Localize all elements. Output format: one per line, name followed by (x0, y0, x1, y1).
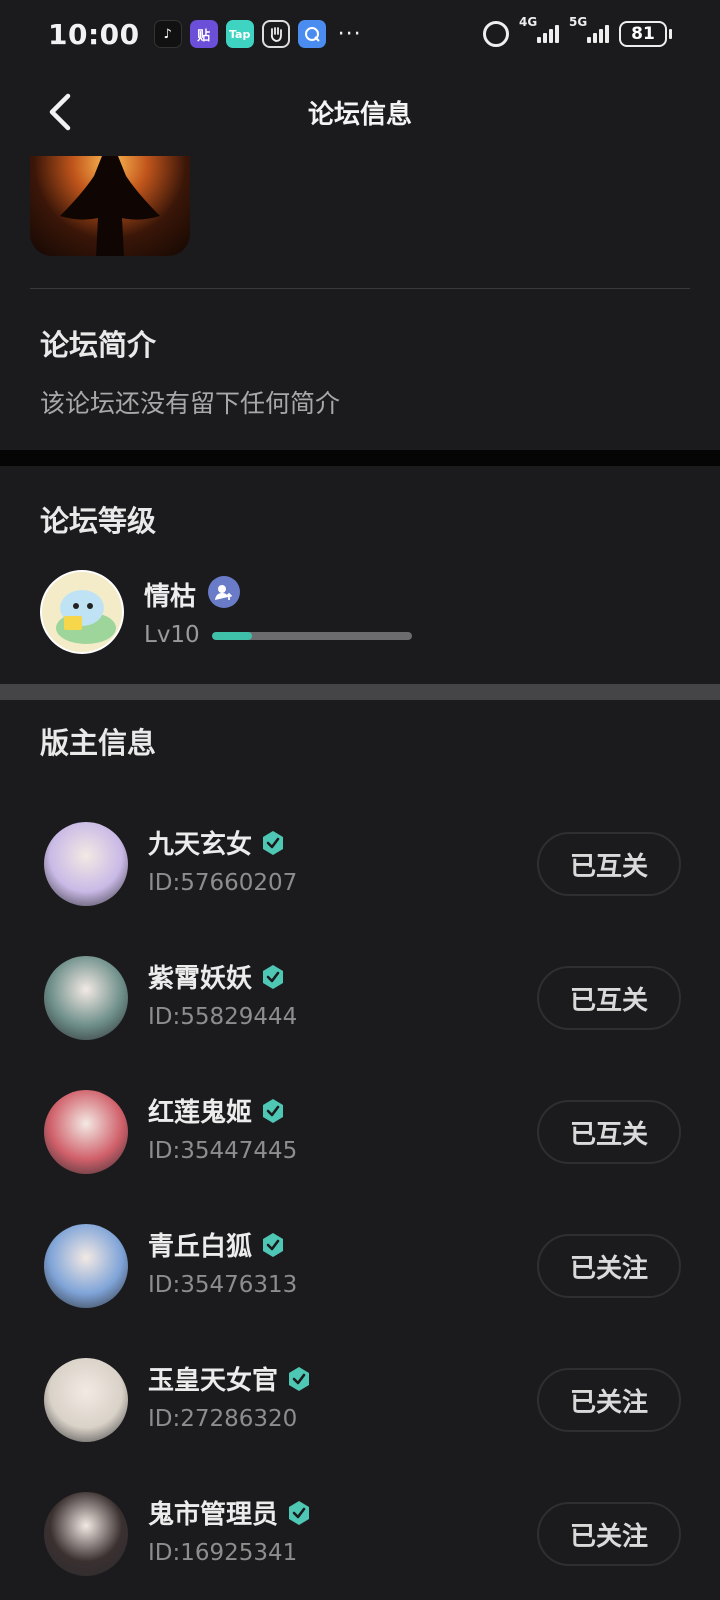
follow-status-button[interactable]: 已关注 (537, 1234, 681, 1298)
level-heading: 论坛等级 (40, 504, 157, 538)
battery-icon: 81 (619, 21, 672, 47)
moderators-heading: 版主信息 (40, 726, 157, 760)
more-notifications-icon: ··· (337, 21, 362, 47)
moderator-row[interactable]: 紫霄妖妖 ID:55829444 已互关 (0, 946, 720, 1046)
moderator-name: 红莲鬼姬 (148, 1098, 253, 1128)
hand-icon (261, 20, 290, 48)
level-user-name: 情枯 (144, 582, 197, 612)
moderator-row[interactable]: 九天玄女 ID:57660207 已互关 (0, 812, 720, 912)
moderator-row[interactable]: 玉皇天女官 ID:27286320 已关注 (0, 1348, 720, 1448)
moderator-id: ID:55829444 (148, 1004, 298, 1030)
notification-icons: ♪ 贴 Tap ··· (153, 20, 362, 48)
moderator-avatar[interactable] (44, 1224, 128, 1308)
moderator-avatar[interactable] (44, 822, 128, 906)
back-button[interactable] (36, 86, 84, 138)
moderator-name: 青丘白狐 (148, 1232, 253, 1262)
moderator-row[interactable]: 鬼市管理员 ID:16925341 已关注 (0, 1482, 720, 1582)
header: 论坛信息 (0, 68, 720, 156)
moderator-avatar[interactable] (44, 1358, 128, 1442)
verified-badge-icon (263, 1098, 284, 1123)
moderator-name: 九天玄女 (148, 830, 253, 860)
follow-status-button[interactable]: 已关注 (537, 1502, 681, 1566)
section-separator (0, 450, 720, 466)
follow-status-button[interactable]: 已互关 (537, 832, 681, 896)
system-status: 4G 5G 81 (483, 15, 672, 47)
forum-cover-area: ▀ ▔ ▀ ▔ ▀ ▀ (0, 156, 720, 288)
forum-cover-image[interactable] (30, 156, 190, 256)
moderator-name: 鬼市管理员 (148, 1500, 279, 1530)
battery-level: 81 (619, 21, 667, 47)
qq-browser-icon (297, 20, 326, 48)
forum-name-cutoff: ▀ ▔ ▀ ▔ ▀ ▀ (220, 156, 502, 170)
chevron-left-icon (49, 93, 71, 131)
verified-badge-icon (289, 1500, 310, 1525)
status-time: 10:00 (48, 17, 140, 51)
moderator-id: ID:35447445 (148, 1138, 298, 1164)
follow-status-button[interactable]: 已互关 (537, 1100, 681, 1164)
level-label: Lv10 (144, 622, 200, 648)
section-separator-2 (0, 684, 720, 700)
intro-heading: 论坛简介 (40, 328, 157, 362)
moderator-name: 紫霄妖妖 (148, 964, 253, 994)
moderator-avatar[interactable] (44, 1090, 128, 1174)
page-title: 论坛信息 (307, 99, 412, 130)
taptap-icon: Tap (225, 20, 254, 48)
tieba-icon: 贴 (189, 20, 218, 48)
follow-status-button[interactable]: 已关注 (537, 1368, 681, 1432)
follow-status-button[interactable]: 已互关 (537, 966, 681, 1030)
signal-5g-icon: 5G (569, 15, 609, 43)
moderator-id: ID:35476313 (148, 1272, 298, 1298)
verified-badge-icon (263, 964, 284, 989)
alarm-icon (483, 21, 509, 47)
level-progress-bar (212, 632, 412, 640)
verified-badge-icon (289, 1366, 310, 1391)
verified-badge-icon (263, 830, 284, 855)
status-bar: 10:00 ♪ 贴 Tap ··· 4G 5G 81 (0, 0, 720, 68)
moderator-id: ID:57660207 (148, 870, 298, 896)
moderator-avatar[interactable] (44, 956, 128, 1040)
moderator-avatar[interactable] (44, 1492, 128, 1576)
level-progress-fill (212, 632, 252, 640)
moderator-id: ID:16925341 (148, 1540, 298, 1566)
moderator-name: 玉皇天女官 (148, 1366, 279, 1396)
tiktok-icon: ♪ (153, 20, 182, 48)
level-user-avatar[interactable] (40, 570, 124, 654)
user-upgrade-icon (208, 576, 240, 608)
verified-badge-icon (263, 1232, 284, 1257)
signal-4g-icon: 4G (519, 15, 559, 43)
moderator-row[interactable]: 青丘白狐 ID:35476313 已关注 (0, 1214, 720, 1314)
divider (30, 288, 690, 289)
intro-text: 该论坛还没有留下任何简介 (40, 389, 341, 418)
moderator-row[interactable]: 红莲鬼姬 ID:35447445 已互关 (0, 1080, 720, 1180)
moderator-id: ID:27286320 (148, 1406, 298, 1432)
